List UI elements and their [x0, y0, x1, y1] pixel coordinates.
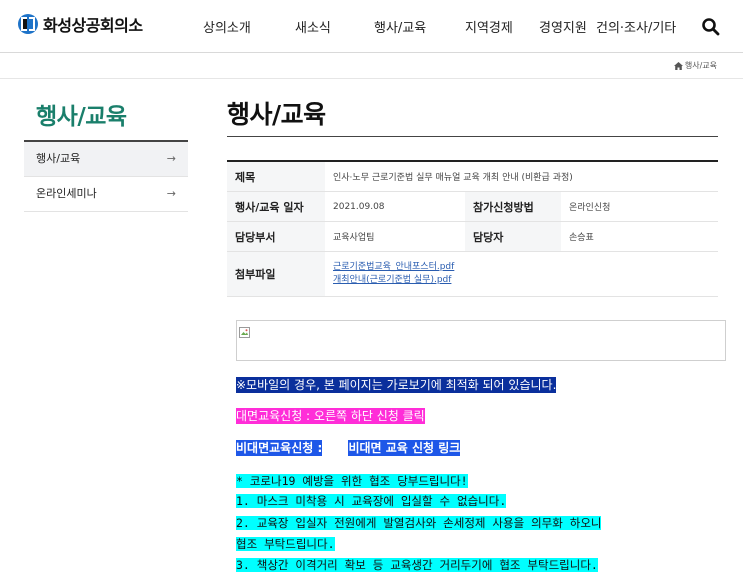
covid-notice-line: 2. 교육장 입실자 전원에게 발열검사와 손세정제 사용을 의무화 하오니 [236, 516, 602, 530]
subject-label: 제목 [227, 161, 325, 192]
attachment-link[interactable]: 개최안내(근로기준법 실무).pdf [333, 274, 718, 287]
side-menu: 행사/교육 → 온라인세미나 → [24, 140, 188, 212]
site-header: 화성상공회의소 상의소개 새소식 행사/교육 지역경제 경영지원 건의·조사/기… [0, 0, 743, 53]
breadcrumb-label[interactable]: 행사/교육 [685, 60, 717, 71]
home-icon[interactable] [673, 61, 683, 70]
nav-item-economy[interactable]: 지역경제 [465, 17, 513, 36]
covid-notice-line: 3. 책상간 이격거리 확보 등 교육생간 거리두기에 협조 부탁드립니다. [236, 558, 598, 572]
apply-method-value: 온라인신청 [561, 191, 718, 222]
broken-image-icon [239, 323, 250, 338]
subject-value: 인사·노무 근로기준법 실무 매뉴얼 교육 개최 안내 (비환급 과정) [325, 161, 718, 192]
covid-notice-line: 협조 부탁드립니다. [236, 537, 335, 551]
nav-item-news[interactable]: 새소식 [295, 17, 331, 36]
manager-value: 손승표 [561, 221, 718, 252]
search-icon[interactable] [701, 17, 721, 37]
attachments-label: 첨부파일 [227, 251, 325, 297]
table-row: 담당부서 교육사업팀 담당자 손승표 [227, 221, 718, 252]
attachment-link[interactable]: 근로기준법교육_안내포스터.pdf [333, 261, 718, 274]
covid-notice-line: * 코로나19 예방을 위한 협조 당부드립니다! [236, 474, 468, 488]
date-value: 2021.09.08 [325, 191, 465, 222]
nav-item-events[interactable]: 행사/교육 [374, 17, 426, 36]
covid-notice-line: 1. 마스크 미착용 시 교육장에 입실할 수 없습니다. [236, 494, 507, 508]
table-row: 행사/교육 일자 2021.09.08 참가신청방법 온라인신청 [227, 191, 718, 222]
arrow-right-icon: → [166, 152, 176, 165]
side-item-label: 온라인세미나 [36, 187, 97, 200]
poster-image [236, 320, 726, 361]
page-title: 행사/교육 [227, 100, 326, 129]
attachments-value: 근로기준법교육_안내포스터.pdf 개최안내(근로기준법 실무).pdf [325, 251, 718, 297]
side-item-events[interactable]: 행사/교육 → [24, 142, 188, 177]
date-label: 행사/교육 일자 [227, 191, 325, 222]
sidebar-title: 행사/교육 [36, 104, 127, 130]
title-divider [227, 136, 718, 137]
department-label: 담당부서 [227, 221, 325, 252]
apply-method-label: 참가신청방법 [465, 191, 561, 222]
manager-label: 담당자 [465, 221, 561, 252]
breadcrumb-bar: 행사/교육 [0, 53, 743, 79]
side-item-label: 행사/교육 [36, 152, 81, 165]
nav-item-etc[interactable]: 건의·조사/기타 [596, 17, 676, 36]
online-apply-notice: 비대면교육신청 : 비대면 교육 신청 링크 [236, 440, 461, 456]
table-row: 첨부파일 근로기준법교육_안내포스터.pdf 개최안내(근로기준법 실무).pd… [227, 251, 718, 297]
offline-apply-notice: 대면교육신청 : 오른쪽 하단 신청 클릭 [236, 408, 425, 424]
online-apply-link[interactable]: 비대면 교육 신청 링크 [348, 440, 461, 456]
mobile-notice: ※모바일의 경우, 본 페이지는 가로보기에 최적화 되어 있습니다. [236, 377, 557, 393]
breadcrumb: 행사/교육 [673, 60, 717, 71]
arrow-right-icon: → [166, 187, 176, 200]
nav-item-support[interactable]: 경영지원 [539, 17, 587, 36]
department-value: 교육사업팀 [325, 221, 465, 252]
main-nav: 상의소개 새소식 행사/교육 지역경제 경영지원 건의·조사/기타 [0, 17, 743, 37]
nav-item-intro[interactable]: 상의소개 [203, 17, 251, 36]
event-info-table: 제목 인사·노무 근로기준법 실무 매뉴얼 교육 개최 안내 (비환급 과정) … [227, 160, 718, 297]
side-item-seminar[interactable]: 온라인세미나 → [24, 177, 188, 212]
table-row: 제목 인사·노무 근로기준법 실무 매뉴얼 교육 개최 안내 (비환급 과정) [227, 161, 718, 192]
